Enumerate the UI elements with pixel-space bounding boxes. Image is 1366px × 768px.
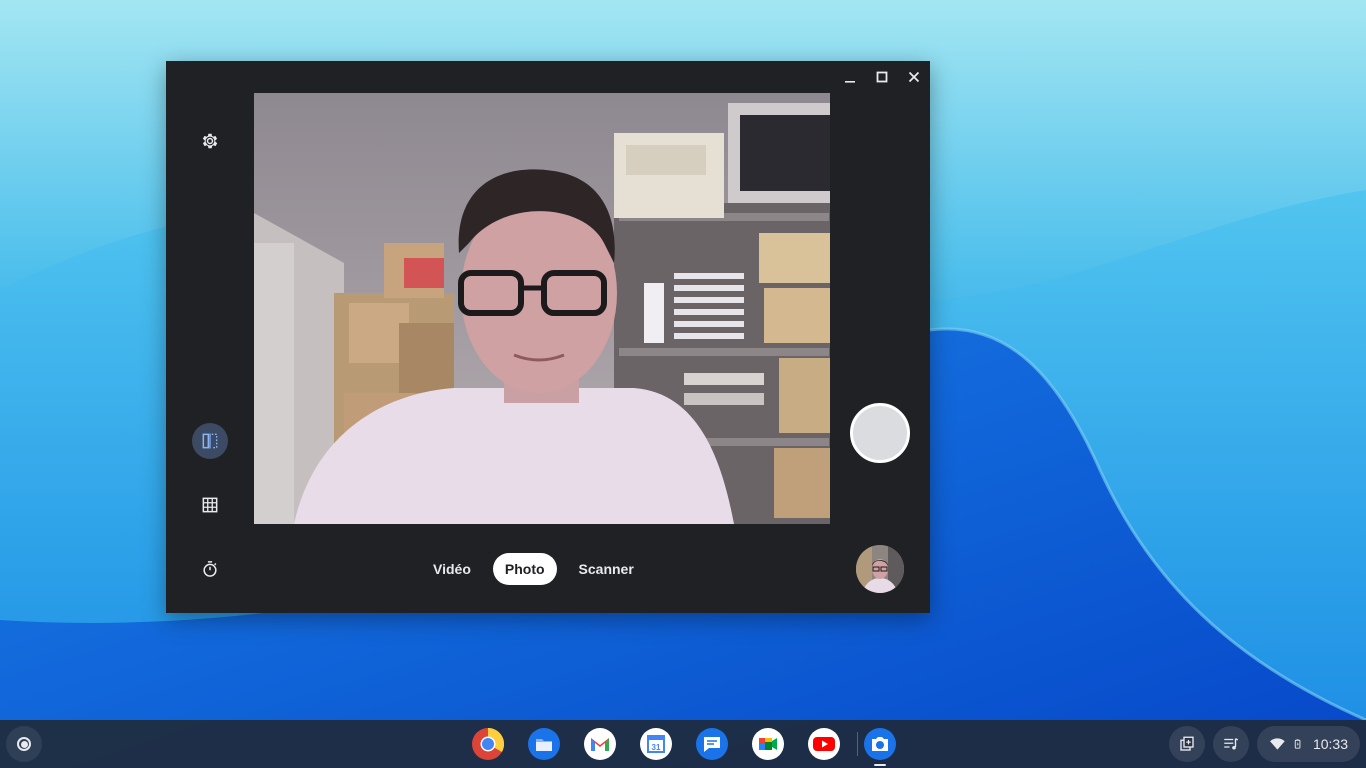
battery-icon <box>1294 739 1301 749</box>
window-controls <box>834 61 930 93</box>
media-controls-button[interactable] <box>1213 726 1249 762</box>
mode-selector: Vidéo Photo Scanner <box>421 553 646 585</box>
launcher-icon <box>17 737 31 751</box>
gallery-thumbnail[interactable] <box>856 545 904 593</box>
calendar-day: 31 <box>652 743 661 752</box>
close-button[interactable] <box>898 61 930 93</box>
launcher-button[interactable] <box>6 726 42 762</box>
mirror-button[interactable] <box>192 423 228 459</box>
holding-space-icon <box>1180 736 1194 751</box>
media-controls-icon <box>1224 738 1239 750</box>
shutter-button[interactable] <box>850 403 910 463</box>
shelf-app-gmail[interactable] <box>583 727 617 761</box>
shelf-app-calendar[interactable]: 31 <box>639 727 673 761</box>
wifi-icon <box>1270 738 1285 750</box>
shelf-app-youtube[interactable] <box>807 727 841 761</box>
minimize-button[interactable] <box>834 61 866 93</box>
camera-icon <box>864 728 896 760</box>
clock: 10:33 <box>1312 736 1348 752</box>
mode-photo[interactable]: Photo <box>492 553 557 585</box>
maximize-icon <box>876 71 888 83</box>
holding-space-button[interactable] <box>1169 726 1205 762</box>
camera-preview <box>254 93 830 524</box>
messages-icon <box>696 728 728 760</box>
grid-icon <box>202 497 218 513</box>
status-area[interactable]: 10:33 <box>1257 726 1360 762</box>
gmail-icon <box>584 728 616 760</box>
camera-app-window: Vidéo Photo Scanner <box>166 61 930 613</box>
timer-icon <box>203 561 217 577</box>
gear-icon <box>202 133 218 149</box>
mode-scanner[interactable]: Scanner <box>567 553 646 585</box>
shelf-separator <box>857 732 858 756</box>
grid-button[interactable] <box>192 487 228 523</box>
shelf-app-messages[interactable] <box>695 727 729 761</box>
shelf-app-meet[interactable] <box>751 727 785 761</box>
files-icon <box>528 728 560 760</box>
chrome-icon <box>472 727 505 760</box>
calendar-icon: 31 <box>640 728 672 760</box>
timer-button[interactable] <box>192 551 228 587</box>
maximize-button[interactable] <box>866 61 898 93</box>
camera-running-indicator <box>874 764 886 766</box>
close-icon <box>908 71 920 83</box>
settings-button[interactable] <box>192 123 228 159</box>
youtube-icon <box>808 728 840 760</box>
shelf: 31 10:33 <box>0 720 1366 768</box>
shelf-app-camera[interactable] <box>863 727 897 761</box>
camera-feed-image <box>254 93 830 524</box>
last-photo-image <box>856 545 904 593</box>
meet-icon <box>752 728 784 760</box>
shelf-app-chrome[interactable] <box>471 727 505 761</box>
mirror-flip-icon <box>202 433 218 449</box>
minimize-icon <box>845 81 855 83</box>
mode-video[interactable]: Vidéo <box>421 553 483 585</box>
shelf-app-files[interactable] <box>527 727 561 761</box>
